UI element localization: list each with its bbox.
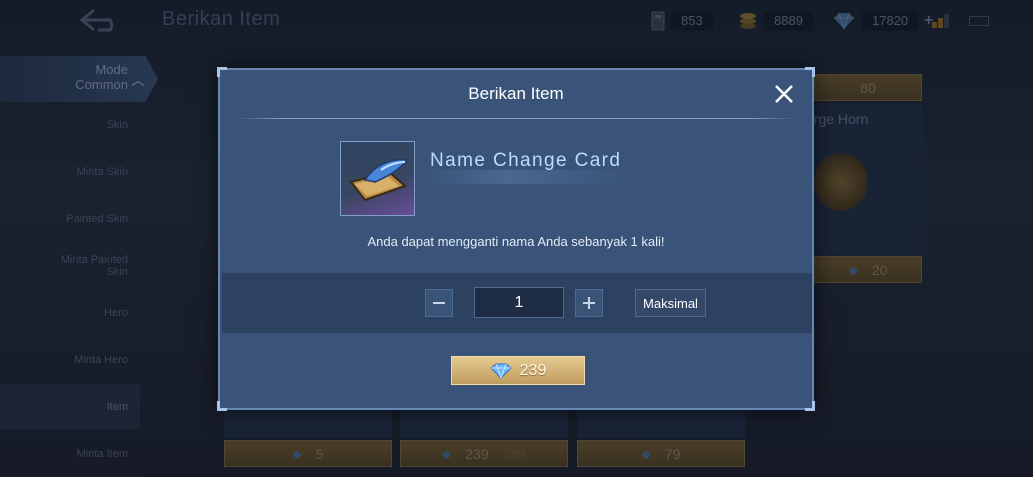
- item-description: Anda dapat mengganti nama Anda sebanyak …: [367, 234, 665, 249]
- close-button[interactable]: [770, 80, 798, 108]
- increase-button[interactable]: [575, 289, 603, 317]
- quantity-input[interactable]: [474, 287, 564, 318]
- item-thumbnail: [340, 141, 415, 216]
- title-divider: [236, 118, 796, 119]
- max-button[interactable]: Maksimal: [635, 289, 706, 317]
- purchase-button[interactable]: 239: [451, 356, 585, 385]
- corner-ornament: [805, 401, 815, 411]
- corner-ornament: [217, 401, 227, 411]
- minus-icon: [433, 302, 445, 304]
- name-change-card-icon: [349, 158, 409, 202]
- item-name: Name Change Card: [430, 150, 622, 171]
- give-item-dialog: Berikan Item Name Change Card Anda dapat…: [217, 67, 815, 411]
- item-name-glow: [426, 170, 626, 184]
- decrease-button[interactable]: [425, 289, 453, 317]
- purchase-price: 239: [519, 361, 547, 379]
- close-icon: [775, 85, 793, 103]
- corner-ornament: [217, 67, 227, 77]
- plus-icon: [583, 297, 595, 309]
- diamond-icon: [489, 363, 512, 379]
- dialog-title: Berikan Item: [468, 84, 564, 103]
- corner-ornament: [805, 67, 815, 77]
- quantity-selector: Maksimal: [222, 273, 812, 333]
